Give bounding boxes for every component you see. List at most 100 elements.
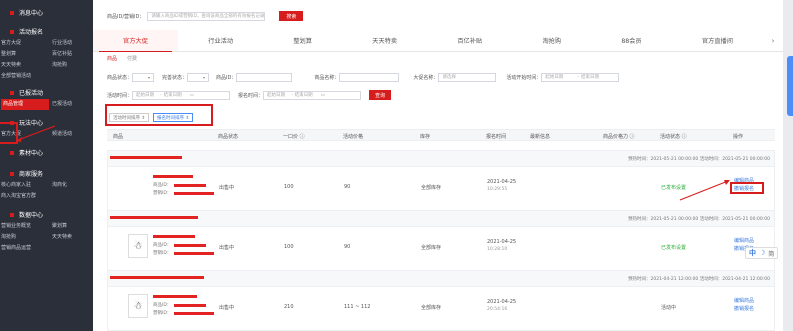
ime-mode: 中 (749, 249, 756, 257)
tab-daily-deal[interactable]: 天天特卖 (342, 30, 427, 51)
search-input[interactable]: 请输入商品ID或营销ID，查询该商品全部的有效报名记录 (147, 11, 266, 21)
row-group-header: 预热时间：2021-04-21 12:00:00 活动时间：2021-04-21… (108, 271, 774, 287)
floating-tool-tab[interactable] (787, 56, 793, 116)
product-id-label: 商品ID： (153, 303, 172, 308)
sidebar-item-subsidy[interactable]: 百亿补贴 (49, 49, 93, 60)
stock: 全部库存 (421, 305, 442, 311)
sidebar-item-channel[interactable]: 频道活动 (49, 129, 93, 140)
period-text: 预热时间：2021-04-21 12:00:00 活动时间：2021-04-21… (627, 277, 770, 282)
table-header: 商品 商品状态 一口价 ⓘ 活动价格 库存 报名时间 最新信息 商品价格力 ⓘ … (107, 129, 775, 141)
bullet-icon (10, 10, 14, 15)
activity-start-range[interactable]: 起始日期 - 结束日期 (541, 72, 620, 82)
main-panel: 商品ID/营销ID： 请输入商品ID或营销ID，查询该商品全部的有效报名记录 搜… (93, 0, 783, 331)
sidebar-section-registered[interactable]: 已报活动 (0, 86, 93, 99)
sort-by-signup-time-button[interactable]: 报名时间排序 ⇕ (153, 113, 194, 122)
filter-label: 大促名称： (413, 74, 439, 81)
row-group-header: 预热时间：2021-05-21 00:00:00 活动时间：2021-05-21… (108, 151, 774, 167)
signup-date: 2021-04-25 (487, 179, 517, 185)
promo-name-select[interactable]: 请选择 (438, 72, 497, 82)
tab-88vip[interactable]: 88会员 (591, 30, 672, 51)
cancel-signup-link[interactable]: 撤销报名 (734, 305, 754, 312)
redacted-product-id (174, 184, 206, 187)
sidebar-section-label: 数据中心 (19, 212, 44, 219)
tab-subsidy[interactable]: 百亿补贴 (427, 30, 512, 51)
col-product: 商品 (113, 134, 124, 140)
filter-label: 商品状态： (107, 74, 133, 81)
chevron-right-icon[interactable]: › (763, 30, 783, 51)
activity-status: 已发布设置 (661, 185, 687, 191)
stock: 全部库存 (421, 245, 442, 251)
tab-industry[interactable]: 行业活动 (178, 30, 263, 51)
sidebar-section-label: 商家服务 (19, 171, 44, 178)
product-thumbnail[interactable]: ☃ (128, 234, 148, 258)
redacted-marketing-id (174, 312, 214, 315)
price: 100 (284, 184, 294, 190)
signup-date: 2021-04-25 (487, 299, 517, 305)
price: 210 (284, 304, 294, 310)
sidebar-item-data-daily[interactable]: 天天特卖 (49, 232, 93, 243)
sidebar-section-label: 消息中心 (19, 10, 44, 17)
range-end: 结束日期 (294, 92, 313, 98)
sidebar-section-materials[interactable]: 素材中心 (0, 146, 93, 159)
sidebar-item-overview[interactable]: 营销业务概览 (1, 221, 49, 232)
sidebar-item-product-ops[interactable]: 营销商品运营 (1, 243, 93, 254)
bullet-icon (10, 171, 14, 176)
sidebar-section-data[interactable]: 数据中心 (0, 208, 93, 221)
sidebar-section-messages[interactable]: 消息中心 (0, 6, 93, 19)
filter-row-2: 活动时间： 起始日期 - 结束日期 ▭ 报名时间： 起始日期 - 结束日期 ▭ 查询 (107, 90, 392, 100)
tab-live[interactable]: 官方直播间 (672, 30, 763, 51)
sidebar-section-services[interactable]: 商家服务 (0, 167, 93, 180)
complete-status-select[interactable]: ▾ (187, 72, 210, 82)
col-activity-status: 活动状态 ⓘ (660, 134, 687, 140)
edit-product-link[interactable]: 编辑商品 (734, 297, 754, 304)
table-row-group: 预热时间：2021-05-21 00:00:00 活动时间：2021-05-21… (107, 210, 775, 271)
redacted-title (110, 156, 182, 159)
sidebar-item-registered[interactable]: 已报活动 (49, 99, 93, 110)
sidebar-item-product-management[interactable]: 商品管理 (1, 99, 49, 110)
sort-by-activity-time-button[interactable]: 活动时间排序 ⇕ (109, 113, 150, 122)
price: 100 (284, 244, 294, 250)
edit-product-link[interactable]: 编辑商品 (734, 237, 754, 244)
sidebar-item-juhuasuan[interactable]: 整划算 (1, 49, 49, 60)
sidebar-item-flash[interactable]: 淘抢购 (49, 60, 93, 71)
sidebar-section-label: 活动报名 (19, 29, 44, 36)
col-status: 商品状态 (218, 134, 239, 140)
sidebar-item-data-juhuasuan[interactable]: 聚划算 (49, 221, 93, 232)
sidebar-item-industry[interactable]: 行业活动 (49, 38, 93, 49)
bullet-icon (10, 150, 14, 155)
tab-official-promo[interactable]: 官方大促 (93, 30, 179, 52)
period-text: 预热时间：2021-05-21 00:00:00 活动时间：2021-05-21… (627, 217, 770, 222)
sidebar-item-daily-deal[interactable]: 天天特卖 (1, 60, 49, 71)
sidebar-item-official-group[interactable]: 商入淘宝官方群 (1, 191, 93, 202)
ime-indicator[interactable]: 中 ☽ 简 (745, 247, 779, 259)
filter-label: 商品名称： (314, 74, 340, 81)
product-thumbnail[interactable]: ☃ (128, 294, 148, 318)
subtab-paid[interactable]: 付费 (127, 55, 137, 62)
product-status-select[interactable]: ▾ (132, 72, 155, 82)
tab-juhuasuan[interactable]: 整划算 (263, 30, 342, 51)
sidebar-item-data-flash[interactable]: 淘抢购 (1, 232, 49, 243)
marketing-id-label: 营销ID： (153, 251, 172, 256)
sidebar-section-signup[interactable]: 活动报名 (0, 25, 93, 38)
subtab-product[interactable]: 商品 (107, 55, 117, 62)
sidebar-item-all-activities[interactable]: 全部营销活动 (1, 71, 93, 82)
filter-label: 完善状态： (162, 74, 188, 81)
col-actions: 操作 (733, 134, 744, 140)
product-id-input[interactable] (236, 72, 293, 82)
period-text: 预热时间：2021-05-21 00:00:00 活动时间：2021-05-21… (627, 157, 770, 162)
activity-price: 111 ~ 112 (344, 304, 371, 310)
tab-flash[interactable]: 淘抢购 (512, 30, 591, 51)
range-sep: - (577, 74, 580, 80)
signup-time-range[interactable]: 起始日期 - 结束日期 ▭ (263, 90, 362, 100)
sidebar-item-taoshang[interactable]: 淘商化 (49, 180, 93, 191)
product-name-input[interactable] (339, 72, 400, 82)
sidebar-item-core-merchant[interactable]: 核心商家入驻 (1, 180, 49, 191)
search-button[interactable]: 搜索 (279, 11, 304, 21)
product-status: 出售中 (219, 185, 235, 191)
sidebar-section-label: 玩法中心 (19, 120, 44, 127)
redacted-product-id (174, 304, 206, 307)
sidebar-item-official-promo[interactable]: 官方大促 (1, 38, 49, 49)
right-scroll-rail[interactable] (783, 0, 793, 331)
activity-time-range[interactable]: 起始日期 - 结束日期 ▭ (132, 90, 231, 100)
query-button[interactable]: 查询 (369, 90, 392, 100)
